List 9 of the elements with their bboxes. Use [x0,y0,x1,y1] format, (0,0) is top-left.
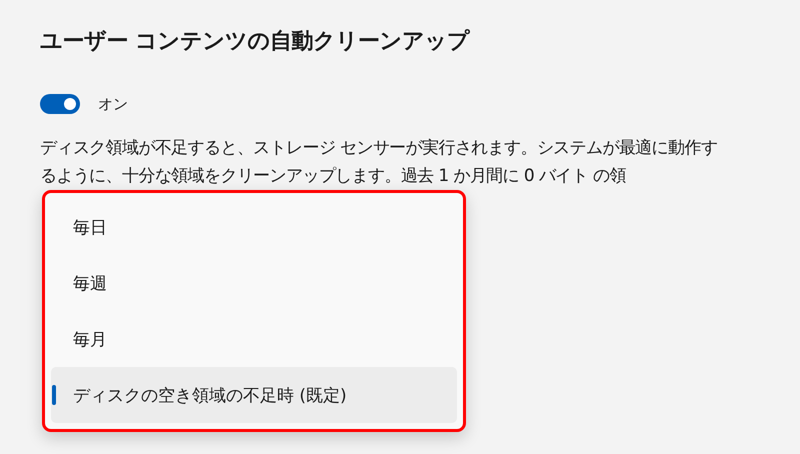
toggle-switch[interactable] [40,94,80,114]
dropdown-option[interactable]: 毎週 [51,255,457,311]
toggle-label: オン [98,94,128,114]
selection-indicator [52,385,56,405]
dropdown-option[interactable]: 毎月 [51,311,457,367]
dropdown-option[interactable]: 毎日 [51,199,457,255]
section-title: ユーザー コンテンツの自動クリーンアップ [40,28,471,56]
dropdown-option[interactable]: ディスクの空き領域の不足時 (既定) [51,367,457,423]
description-text: ディスク領域が不足すると、ストレージ センサーが実行されます。システムが最適に動作するように、十分な領域をクリーンアップします。過去 1 か月間に 0 バイト の領 [40,137,718,188]
